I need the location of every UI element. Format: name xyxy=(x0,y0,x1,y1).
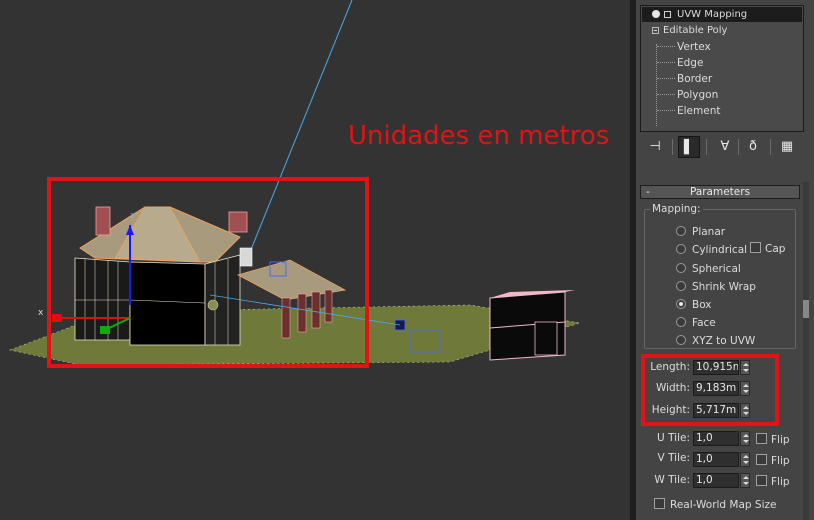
remove-modifier-icon[interactable]: ð xyxy=(742,136,764,158)
panel-scrollbar[interactable] xyxy=(803,182,809,520)
lightbulb-icon[interactable] xyxy=(652,10,660,18)
pin-stack-icon[interactable]: ⊣ xyxy=(644,136,666,158)
stack-sub-polygon[interactable]: Polygon xyxy=(657,87,718,103)
parameters-rollout-header[interactable]: - Parameters xyxy=(640,185,800,199)
command-panel-modify: UVW Mapping Editable Poly Vertex Edge Bo… xyxy=(636,0,814,520)
checkbox-icon xyxy=(750,242,761,253)
configure-sets-icon[interactable]: ▦ xyxy=(776,136,798,158)
w-tile-label: W Tile: xyxy=(654,474,690,486)
modifier-stack[interactable]: UVW Mapping Editable Poly Vertex Edge Bo… xyxy=(640,5,804,132)
u-tile-label: U Tile: xyxy=(657,432,690,444)
stack-item-uvw-mapping[interactable]: UVW Mapping xyxy=(642,7,802,22)
checkbox-icon xyxy=(756,433,767,444)
mapping-group-label: Mapping: xyxy=(650,203,703,215)
rollout-title: Parameters xyxy=(689,186,751,198)
show-end-result-icon[interactable]: ▌ xyxy=(678,136,700,158)
radio-icon xyxy=(676,263,686,273)
w-tile-field[interactable]: 1,0 xyxy=(693,473,739,488)
collapse-icon[interactable] xyxy=(652,27,659,34)
cap-checkbox[interactable]: Cap xyxy=(750,242,785,255)
radio-planar[interactable]: Planar xyxy=(676,224,725,240)
stack-sub-vertex[interactable]: Vertex xyxy=(657,39,711,55)
v-tile-spinner[interactable] xyxy=(740,452,750,467)
radio-icon xyxy=(676,317,686,327)
u-flip-checkbox[interactable]: Flip xyxy=(756,433,790,446)
radio-icon xyxy=(676,281,686,291)
v-tile-field[interactable]: 1,0 xyxy=(693,452,739,467)
u-tile-field[interactable]: 1,0 xyxy=(693,431,739,446)
checkbox-icon xyxy=(756,454,767,465)
radio-icon xyxy=(676,244,686,254)
radio-spherical[interactable]: Spherical xyxy=(676,261,741,277)
annotation-house-box xyxy=(47,177,369,368)
w-flip-checkbox[interactable]: Flip xyxy=(756,475,790,488)
v-flip-checkbox[interactable]: Flip xyxy=(756,454,790,467)
v-tile-label: V Tile: xyxy=(657,452,690,464)
radio-shrink-wrap[interactable]: Shrink Wrap xyxy=(676,279,756,295)
checkbox-icon xyxy=(654,498,665,509)
panel-scrollbar-thumb[interactable] xyxy=(803,300,809,318)
stack-item-editable-poly[interactable]: Editable Poly xyxy=(642,23,727,38)
real-world-map-size-checkbox[interactable]: Real-World Map Size xyxy=(654,498,776,511)
radio-face[interactable]: Face xyxy=(676,315,716,331)
radio-selected-icon xyxy=(676,299,686,309)
collapse-minus-icon: - xyxy=(646,186,650,198)
make-unique-icon[interactable]: ∀ xyxy=(714,136,736,158)
stack-item-label: UVW Mapping xyxy=(677,9,748,20)
annotation-units-text: Unidades en metros xyxy=(348,121,610,151)
w-tile-spinner[interactable] xyxy=(740,473,750,488)
stack-item-label: Editable Poly xyxy=(663,25,728,36)
radio-icon xyxy=(676,226,686,236)
modifier-box-icon xyxy=(664,11,671,18)
stack-sub-border[interactable]: Border xyxy=(657,71,712,87)
radio-box[interactable]: Box xyxy=(676,297,712,313)
radio-icon xyxy=(676,335,686,345)
annotation-dimensions-box xyxy=(641,354,779,426)
radio-cylindrical[interactable]: Cylindrical xyxy=(676,242,747,258)
axis-x-label: x xyxy=(38,308,44,318)
radio-xyz-to-uvw[interactable]: XYZ to UVW xyxy=(676,333,755,349)
stack-sub-element[interactable]: Element xyxy=(657,103,720,119)
stack-sub-edge[interactable]: Edge xyxy=(657,55,703,71)
viewport-perspective[interactable]: x z Unidades en metros xyxy=(0,0,630,520)
checkbox-icon xyxy=(756,475,767,486)
u-tile-spinner[interactable] xyxy=(740,431,750,446)
